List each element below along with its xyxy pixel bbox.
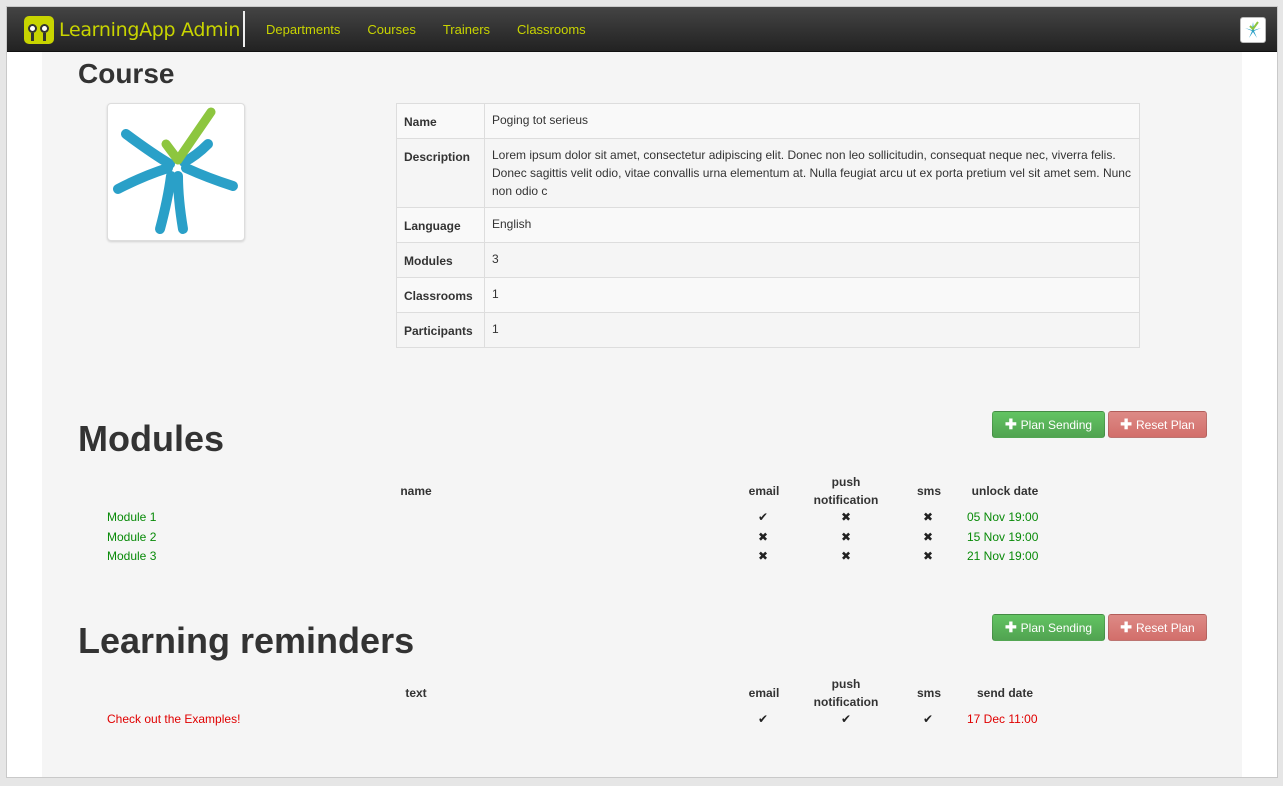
- check-icon: ✔: [840, 712, 852, 726]
- unlock-date: 15 Nov 19:00: [967, 530, 1039, 544]
- info-row-participants: Participants 1: [396, 312, 1140, 348]
- col-email-header: email: [748, 686, 780, 700]
- unlock-date: 05 Nov 19:00: [967, 510, 1039, 524]
- page-margin-left: [7, 52, 42, 777]
- info-row-modules: Modules 3: [396, 242, 1140, 278]
- course-info-table: Name Poging tot serieus Description Lore…: [396, 103, 1140, 348]
- info-row-description: Description Lorem ipsum dolor sit amet, …: [396, 138, 1140, 208]
- reset-plan-label: Reset Plan: [1136, 620, 1195, 635]
- col-send-date-header: send date: [976, 686, 1033, 700]
- nav-classrooms[interactable]: Classrooms: [517, 22, 586, 37]
- course-star-icon: [113, 107, 238, 234]
- col-email-header: email: [748, 484, 780, 498]
- nav-departments[interactable]: Departments: [266, 22, 340, 37]
- app-logo-icon: [24, 16, 54, 44]
- reset-plan-label: Reset Plan: [1136, 417, 1195, 432]
- check-icon: ✔: [922, 712, 934, 726]
- module-link[interactable]: Module 2: [107, 530, 156, 544]
- nav-courses[interactable]: Courses: [367, 22, 415, 37]
- reminder-link[interactable]: Check out the Examples!: [107, 712, 240, 726]
- nav-divider: [243, 11, 245, 47]
- info-value: Poging tot serieus: [484, 103, 1140, 139]
- info-key: Participants: [396, 312, 485, 348]
- cross-icon: ✖: [840, 530, 852, 544]
- info-key: Classrooms: [396, 277, 485, 313]
- info-value: 1: [484, 312, 1140, 348]
- modules-heading: Modules: [78, 418, 225, 459]
- cross-icon: ✖: [922, 549, 934, 563]
- info-row-name: Name Poging tot serieus: [396, 103, 1140, 139]
- col-text-header: text: [405, 686, 427, 700]
- send-date: 17 Dec 11:00: [967, 712, 1038, 726]
- modules-reset-plan-button[interactable]: ✚ Reset Plan: [1108, 411, 1207, 438]
- cross-icon: ✖: [757, 549, 769, 563]
- plus-icon: ✚: [1004, 619, 1017, 635]
- reminders-reset-plan-button[interactable]: ✚ Reset Plan: [1108, 614, 1207, 641]
- brand[interactable]: LearningApp Admin: [24, 16, 240, 44]
- course-logo: [107, 103, 245, 241]
- profile-star-icon[interactable]: [1240, 17, 1266, 43]
- col-push-header: push notification: [813, 475, 879, 507]
- info-value: Lorem ipsum dolor sit amet, consectetur …: [484, 138, 1140, 208]
- info-value: 1: [484, 277, 1140, 313]
- info-key: Modules: [396, 242, 485, 278]
- main-content: Course Name Poging tot serieus Descripti…: [42, 52, 1242, 777]
- info-key: Description: [396, 138, 485, 208]
- plan-sending-label: Plan Sending: [1020, 620, 1093, 635]
- check-icon: ✔: [757, 712, 769, 726]
- cross-icon: ✖: [757, 530, 769, 544]
- info-row-classrooms: Classrooms 1: [396, 277, 1140, 313]
- app-title: LearningApp Admin: [59, 19, 241, 41]
- main-nav: Departments Courses Trainers Classrooms: [266, 7, 613, 52]
- modules-plan-sending-button[interactable]: ✚ Plan Sending: [992, 411, 1105, 438]
- module-link[interactable]: Module 1: [107, 510, 156, 524]
- plus-icon: ✚: [1120, 416, 1133, 432]
- reminders-plan-sending-button[interactable]: ✚ Plan Sending: [992, 614, 1105, 641]
- cross-icon: ✖: [840, 510, 852, 524]
- plan-sending-label: Plan Sending: [1020, 417, 1093, 432]
- plus-icon: ✚: [1120, 619, 1133, 635]
- plus-icon: ✚: [1004, 416, 1017, 432]
- info-value: English: [484, 207, 1140, 243]
- cross-icon: ✖: [922, 510, 934, 524]
- col-sms-header: sms: [916, 484, 942, 498]
- info-value: 3: [484, 242, 1140, 278]
- info-row-language: Language English: [396, 207, 1140, 243]
- check-icon: ✔: [757, 510, 769, 524]
- cross-icon: ✖: [840, 549, 852, 563]
- module-link[interactable]: Module 3: [107, 549, 156, 563]
- course-title: Course: [78, 58, 175, 89]
- col-unlock-date-header: unlock date: [971, 484, 1039, 498]
- col-push-header: push notification: [813, 677, 879, 709]
- reminders-heading: Learning reminders: [78, 620, 415, 661]
- info-key: Name: [396, 103, 485, 139]
- info-key: Language: [396, 207, 485, 243]
- window-frame: LearningApp Admin Departments Courses Tr…: [6, 6, 1278, 778]
- nav-trainers[interactable]: Trainers: [443, 22, 490, 37]
- cross-icon: ✖: [922, 530, 934, 544]
- col-name-header: name: [400, 484, 432, 498]
- col-sms-header: sms: [916, 686, 942, 700]
- page-margin-right: [1242, 52, 1277, 777]
- top-navbar: LearningApp Admin Departments Courses Tr…: [7, 7, 1277, 52]
- unlock-date: 21 Nov 19:00: [967, 549, 1039, 563]
